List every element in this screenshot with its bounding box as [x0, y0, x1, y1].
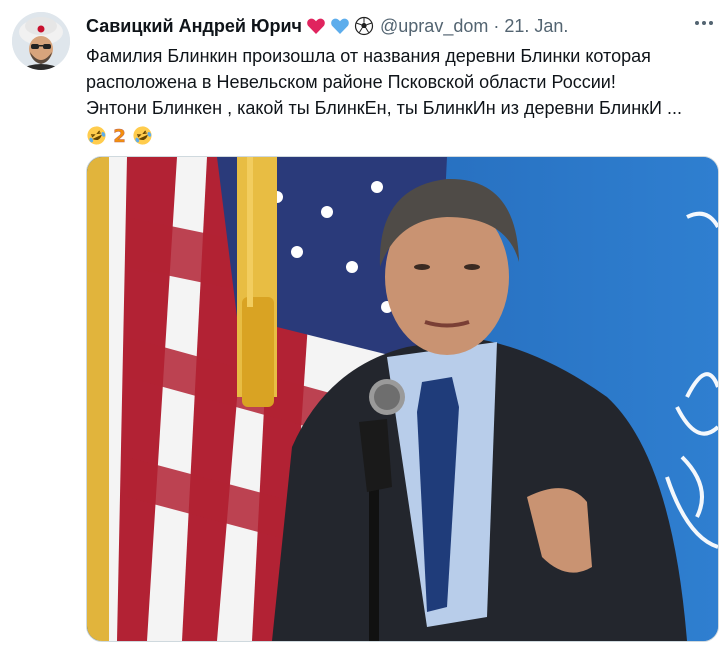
red-heart-icon	[306, 16, 326, 36]
rofl-icon	[132, 125, 153, 146]
tweet-header: Савицкий Андрей Юрич @uprav_dom · 21. Ja…	[86, 14, 687, 38]
author-name[interactable]: Савицкий Андрей Юрич	[86, 16, 302, 37]
trailing-emojis: 2	[86, 123, 716, 147]
author-handle[interactable]: @uprav_dom	[380, 16, 488, 37]
soccer-ball-icon	[354, 16, 374, 36]
avatar[interactable]	[12, 12, 70, 70]
tweet-text-line: Фамилия Блинкин произошла от названия де…	[86, 46, 651, 66]
number-2-icon: 2	[109, 125, 130, 146]
svg-text:2: 2	[113, 126, 126, 146]
tweet-text-line: Энтони Блинкен , какой ты БлинкЕн, ты Бл…	[86, 98, 682, 118]
more-options-icon[interactable]	[691, 10, 717, 36]
blue-heart-icon	[330, 16, 350, 36]
rofl-icon	[86, 125, 107, 146]
tweet-photo[interactable]	[86, 156, 719, 642]
tweet-text: Фамилия Блинкин произошла от названия де…	[86, 43, 716, 147]
separator-dot: ·	[493, 15, 500, 36]
tweet-text-line: расположена в Невельском районе Псковско…	[86, 72, 616, 92]
tweet-card[interactable]: Савицкий Андрей Юрич @uprav_dom · 21. Ja…	[0, 0, 727, 648]
timestamp[interactable]: 21. Jan.	[504, 16, 568, 37]
